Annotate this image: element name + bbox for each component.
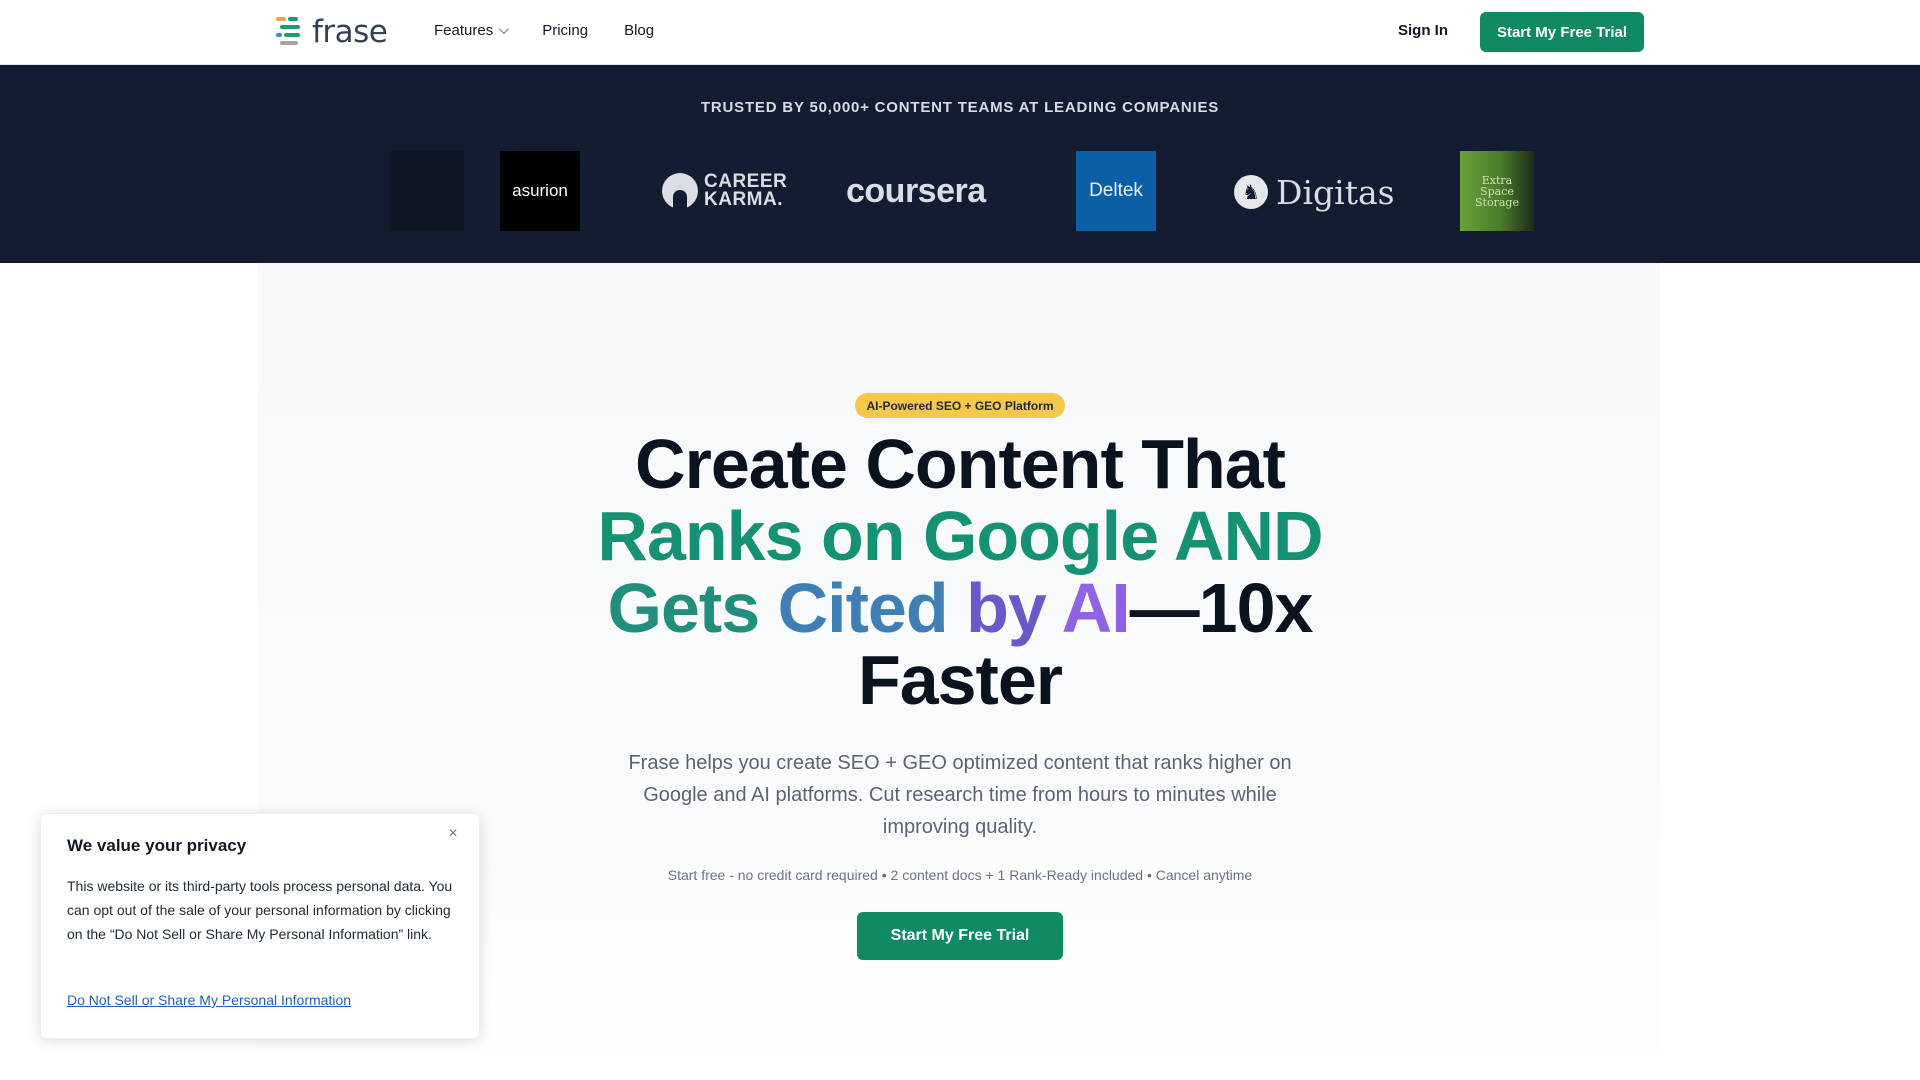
asurion-logo: asurion [500,151,580,231]
main-nav: Features Pricing Blog [434,22,654,39]
digitas-logo: ♞ Digitas [1234,169,1395,215]
headline-word: AI [1061,569,1131,647]
headline-line-2: Ranks on Google AND [597,497,1323,575]
close-icon[interactable]: × [443,824,463,844]
logo-text: frase [312,14,388,50]
headline-line-1: Create Content That [635,425,1286,503]
extra-space-line: Storage [1475,195,1519,209]
headline-line-4: Faster [857,641,1063,719]
deltek-logo: Deltek [1076,151,1156,231]
nav-item-label: Blog [624,22,655,39]
frase-logo-icon [276,15,306,49]
career-karma-line: KARMA. [704,189,783,210]
do-not-sell-link[interactable]: Do Not Sell or Share My Personal Informa… [67,992,351,1008]
start-free-trial-button[interactable]: Start My Free Trial [1480,12,1644,52]
platform-badge: AI-Powered SEO + GEO Platform [855,393,1065,418]
privacy-consent-popup: × We value your privacy This website or … [40,813,480,1039]
frase-logo[interactable]: frase [276,14,388,50]
privacy-text: This website or its third-party tools pr… [67,878,453,942]
nav-item-features[interactable]: Features [434,22,510,39]
nav-item-blog[interactable]: Blog [624,22,654,39]
company-logo-faded [390,151,464,231]
trusted-by-band: TRUSTED BY 50,000+ CONTENT TEAMS AT LEAD… [0,65,1920,263]
nav-item-label: Pricing [542,22,589,39]
privacy-title: We value your privacy [67,836,247,855]
extra-space-line: Space [1480,184,1514,198]
nav-item-label: Features [434,22,494,39]
digitas-wordmark: Digitas [1276,172,1395,212]
company-logos: asurion CAREER KARMA. coursera Deltek ♞ … [0,151,1920,233]
extra-space-line: Extra [1481,173,1513,187]
extra-space-storage-logo: Extra Space Storage [1460,151,1534,231]
trusted-by-title: TRUSTED BY 50,000+ CONTENT TEAMS AT LEAD… [700,99,1220,116]
chevron-down-icon [499,24,510,35]
coursera-logo: coursera [846,171,986,210]
headline-line-3: Gets Cited by AI—10x [0,572,1920,644]
nav-item-pricing[interactable]: Pricing [542,22,588,39]
hero-subtitle: Frase helps you create SEO + GEO optimiz… [628,752,1292,838]
career-karma-icon [662,173,698,209]
career-karma-logo: CAREER KARMA. [662,169,787,213]
headline-word: Gets [607,569,761,647]
headline-word: by [966,569,1047,647]
hero-headline: Create Content That Ranks on Google AND … [0,428,1920,716]
site-header: frase Features Pricing Blog Sign In Star… [0,0,1920,65]
headline-word: —10x [1129,569,1314,647]
sign-in-link[interactable]: Sign In [1398,22,1448,39]
headline-word: Cited [777,569,949,647]
horse-icon: ♞ [1234,175,1268,209]
career-karma-wordmark: CAREER KARMA. [704,172,787,210]
hero-start-free-trial-button[interactable]: Start My Free Trial [857,912,1063,960]
